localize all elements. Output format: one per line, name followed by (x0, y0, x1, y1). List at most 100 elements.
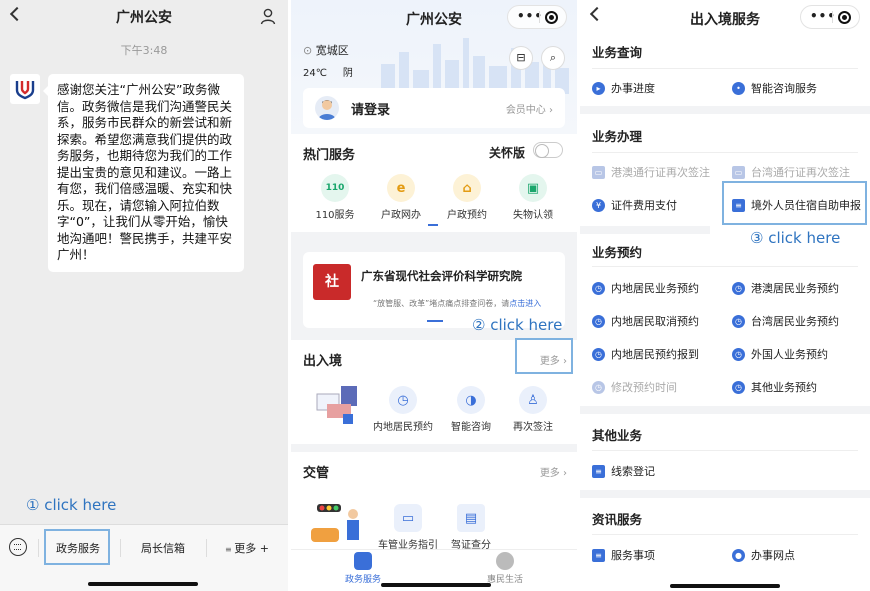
section-gap (580, 490, 870, 498)
car-icon: ▭ (394, 504, 422, 532)
scan-icon[interactable]: ⊟ (509, 46, 533, 70)
traffic-more-link[interactable]: 更多 › (540, 464, 567, 479)
section-gap (580, 226, 710, 234)
e-icon: e (387, 174, 415, 202)
item-modify-booking[interactable]: ◷ 修改预约时间 (592, 379, 677, 395)
item-label: 证件费用支付 (611, 199, 677, 212)
home-indicator (670, 584, 780, 588)
heart-icon (496, 552, 514, 570)
document-icon: ≡ (592, 548, 605, 562)
home-indicator (88, 582, 198, 586)
more-label: 更多 (539, 468, 560, 479)
border-illustration-icon (313, 384, 363, 428)
service-label: 户政网办 (381, 210, 421, 221)
item-mainland-cancel[interactable]: ◷ 内地居民取消预约 (592, 313, 699, 329)
close-miniapp-icon[interactable] (545, 11, 558, 24)
miniapp-capsule[interactable]: ••• (800, 5, 860, 29)
location[interactable]: ⊙ 宽城区 (303, 42, 349, 58)
profile-icon[interactable] (260, 8, 276, 25)
id-card-icon: ▭ (732, 165, 745, 179)
member-center-link[interactable]: 会员中心 › (506, 101, 553, 116)
id-card-icon: ▭ (592, 165, 605, 179)
headset-icon: ◑ (457, 386, 485, 414)
care-mode-label: 关怀版 (488, 146, 525, 160)
close-miniapp-icon[interactable] (838, 11, 851, 24)
weather: 24℃ 阴 (303, 64, 353, 79)
service-household-booking[interactable]: ⌂ 户政预约 (437, 174, 497, 221)
item-hk-macau-endorse[interactable]: ▭ 港澳通行证再次签注 (592, 164, 710, 180)
banner-indicator (427, 320, 443, 322)
location-pin-icon: ⊙ (303, 44, 313, 57)
divider (206, 539, 207, 557)
highlight-box-2 (515, 338, 573, 374)
location-label: 宽城区 (315, 44, 349, 57)
home-indicator (381, 583, 491, 587)
item-hk-macau-booking[interactable]: ◷ 港澳居民业务预约 (732, 280, 839, 296)
group-title-other: 其他业务 (592, 428, 643, 443)
border-services-page: 出入境服务 ••• 业务查询 ▸ 办事进度 • 智能咨询服务 业务办理 ▭ 港澳通行证… (580, 0, 870, 591)
item-smart-consult[interactable]: • 智能咨询服务 (732, 80, 817, 96)
item-progress[interactable]: ▸ 办事进度 (592, 80, 655, 96)
back-icon[interactable] (9, 6, 25, 22)
section-gap (580, 106, 870, 114)
item-mainland-booking[interactable]: ◷ 内地居民业务预约 (592, 280, 699, 296)
item-service-matters[interactable]: ≡ 服务事项 (592, 547, 655, 563)
chat-header: 广州公安 (0, 0, 288, 34)
service-lost-found[interactable]: ▣ 失物认领 (503, 174, 563, 221)
item-taiwan-booking[interactable]: ◷ 台湾居民业务预约 (732, 313, 839, 329)
service-110[interactable]: 110 110服务 (305, 174, 365, 221)
clock-icon: ◷ (732, 380, 745, 394)
item-clue-register[interactable]: ≡ 线索登记 (592, 463, 655, 479)
page-indicator (428, 224, 438, 226)
item-foreigner-booking[interactable]: ◷ 外国人业务预约 (732, 346, 828, 362)
home-header: 广州公安 ••• ⊙ 宽城区 24℃ 阴 ⊟ ⌕ 请登录 会员中心 › (291, 0, 577, 134)
item-label: 外国人业务预约 (751, 348, 828, 361)
clock-icon: ◷ (389, 386, 417, 414)
divider (592, 450, 858, 451)
traffic-service-license-points[interactable]: ▤ 驾证查分 (441, 504, 501, 551)
border-service-mainland-booking[interactable]: ◷ 内地居民预约 (373, 386, 433, 433)
building-icon: ⌂ (453, 174, 481, 202)
border-service-endorsement[interactable]: ♙ 再次签注 (503, 386, 563, 433)
gz-police-avatar[interactable] (10, 74, 40, 104)
traffic-service-guide[interactable]: ▭ 车管业务指引 (375, 504, 441, 551)
item-mainland-checkin[interactable]: ◷ 内地居民预约报到 (592, 346, 699, 362)
care-mode-toggle[interactable] (533, 142, 563, 158)
item-fee-payment[interactable]: ¥ 证件费用支付 (592, 197, 677, 213)
keyboard-icon[interactable] (9, 538, 27, 556)
service-label: 户政预约 (447, 210, 487, 221)
clock-icon: ◷ (732, 314, 745, 328)
clock-icon: ◷ (592, 380, 605, 394)
annotation-1: ① click here (26, 496, 117, 514)
login-card[interactable]: 请登录 会员中心 › (303, 88, 565, 128)
menu-director-mailbox[interactable]: 局长信箱 (128, 535, 198, 563)
city-skyline-illustration (381, 38, 569, 94)
item-other-booking[interactable]: ◷ 其他业务预约 (732, 379, 817, 395)
tab-label: 惠民生活 (486, 575, 523, 585)
hot-services-title: 热门服务 (303, 148, 356, 163)
chevron-right-icon: › (549, 105, 553, 116)
user-avatar-icon (315, 96, 339, 120)
yuan-icon: ¥ (592, 198, 605, 212)
service-label: 内地居民预约 (373, 422, 433, 433)
tab-life-services[interactable]: 惠民生活 (485, 552, 525, 585)
search-icon[interactable]: ⌕ (541, 46, 565, 70)
service-label: 再次签注 (513, 422, 553, 433)
tab-gov-services[interactable]: 政务服务 (343, 552, 383, 585)
border-section-title: 出入境 (303, 354, 343, 369)
miniapp-capsule[interactable]: ••• (507, 5, 567, 29)
item-service-outlets[interactable]: ● 办事网点 (732, 547, 795, 563)
banner-link[interactable]: 点击进入 (509, 299, 541, 308)
service-household-online[interactable]: e 户政网办 (371, 174, 431, 221)
border-service-smart-consult[interactable]: ◑ 智能咨询 (441, 386, 501, 433)
menu-more[interactable]: ≡ 更多 + (216, 535, 278, 563)
item-taiwan-endorse[interactable]: ▭ 台湾通行证再次签注 (732, 164, 850, 180)
banner-subtitle: “放管服、改革”堵点痛点排查问卷，请点击进入 (373, 298, 541, 309)
login-label: 请登录 (351, 103, 391, 118)
police-logo-icon (15, 81, 35, 100)
document-icon: ≡ (592, 464, 605, 478)
item-label: 内地居民业务预约 (611, 282, 699, 295)
divider (832, 11, 833, 23)
service-label: 失物认领 (513, 210, 553, 221)
item-label: 其他业务预约 (751, 381, 817, 394)
